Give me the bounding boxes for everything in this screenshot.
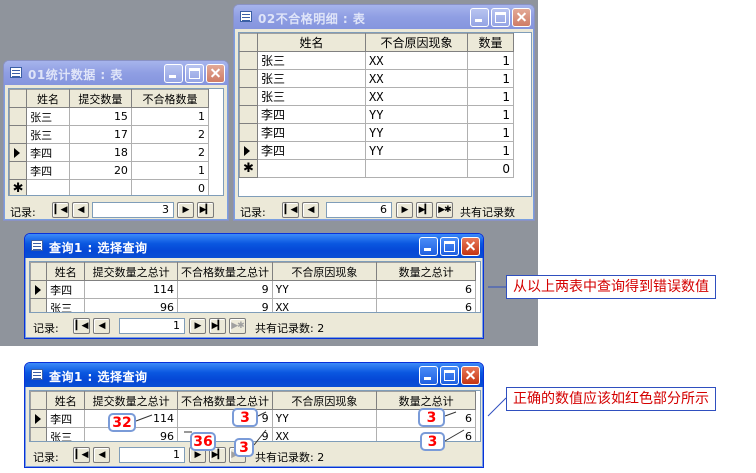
annotation-wrong-values: 从以上两表中查询得到错误数值: [506, 275, 716, 299]
annotation-correct-values: 正确的数值应该如红色部分所示: [506, 387, 716, 411]
correct-value-badge: 3: [420, 432, 445, 451]
correct-value-badge: 36: [190, 432, 216, 451]
correct-value-badge: 3: [234, 438, 254, 457]
correct-value-badge: 3: [418, 408, 445, 427]
correct-value-badge: 32: [108, 413, 136, 432]
correct-value-badge: 3: [232, 408, 258, 427]
